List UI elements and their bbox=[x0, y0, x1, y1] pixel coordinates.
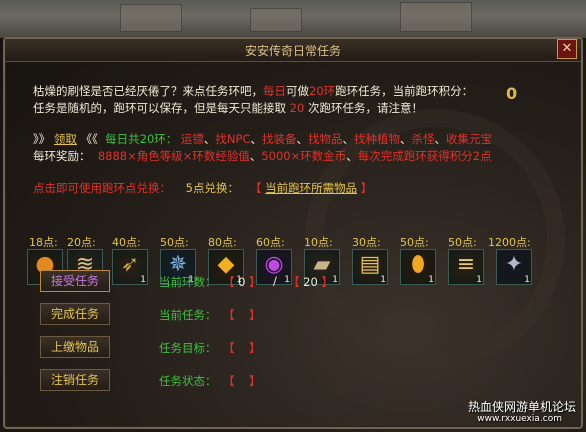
intro-text: 枯燥的刷怪是否已经厌倦了？来点任务环吧， bbox=[33, 84, 263, 98]
bracket: 【 bbox=[223, 275, 235, 289]
task-type: 找装备 bbox=[262, 132, 297, 146]
bracket: 】 bbox=[249, 341, 261, 355]
item-points-label: 50点: bbox=[448, 236, 477, 249]
bracket: 【 bbox=[223, 341, 235, 355]
bracket: 【 bbox=[288, 275, 300, 289]
intro-text: 任务是随机的，跑环可以保存，但是每天只能接取 bbox=[33, 101, 286, 115]
item-quantity: 1 bbox=[380, 275, 386, 285]
golden-egg-icon: ⬮ bbox=[411, 252, 425, 277]
exchange-cost: 5点兑换： bbox=[185, 181, 239, 195]
ring-current-field: 【 0 】 bbox=[223, 274, 261, 290]
tome-icon: ▤ bbox=[359, 252, 381, 277]
current-task-label: 当前任务： bbox=[159, 308, 217, 322]
task-type: 找NPC bbox=[215, 132, 251, 146]
dialog-title-bar[interactable]: 安安传奇日常任务 bbox=[5, 39, 581, 62]
reward-label: 每环奖励： bbox=[33, 149, 91, 163]
intro-text: 可做 bbox=[286, 84, 309, 98]
dialog-title: 安安传奇日常任务 bbox=[244, 44, 341, 58]
reward-bonus: 每次完成跑环获得积分2点 bbox=[357, 149, 492, 163]
item-points-label: 80点: bbox=[208, 236, 237, 249]
reward-line: 每环奖励： 8888×角色等级×环数经验值、5000×环数金币、每次完成跑环获得… bbox=[33, 149, 492, 163]
claim-prefix: 》》 bbox=[33, 132, 51, 146]
item-points-label: 1200点: bbox=[488, 236, 531, 249]
intro-text: 次跑环任务，请注意！ bbox=[307, 101, 423, 115]
item-quantity: 1 bbox=[476, 275, 482, 285]
item-quantity: 1 bbox=[524, 275, 530, 285]
bracket: 】 bbox=[249, 374, 261, 388]
exchange-hint: 点击即可使用跑环点兑换： bbox=[33, 181, 171, 195]
bracket: 【 bbox=[223, 374, 235, 388]
intro-text: 跑环任务，当前跑环积分： bbox=[335, 84, 474, 98]
bracket: 【 bbox=[223, 308, 235, 322]
task-type: 杀怪 bbox=[411, 132, 435, 146]
task-type: 找物品 bbox=[308, 132, 343, 146]
current-task-field: 【 】 bbox=[223, 307, 261, 323]
task-type: 收集元宝 bbox=[446, 132, 492, 146]
exchange-item-slot[interactable]: ✦ 1 bbox=[496, 249, 532, 285]
daily-ring-count: 20环 bbox=[309, 84, 336, 98]
item-points-label: 20点: bbox=[67, 236, 96, 249]
reward-gold: 5000×环数金币 bbox=[261, 149, 347, 163]
daily-total-label: 每日共20环： bbox=[105, 132, 178, 146]
close-button[interactable]: ✕ bbox=[557, 39, 577, 59]
daily-quest-dialog: 安安传奇日常任务 ✕ 枯燥的刷怪是否已经厌倦了？来点任务环吧，每日可做20环跑环… bbox=[3, 37, 583, 429]
cancel-task-button[interactable]: 注销任务 bbox=[40, 369, 110, 391]
item-points-label: 30点: bbox=[352, 236, 381, 249]
scroll-bundle-icon: ≡ bbox=[456, 252, 476, 277]
exchange-item-slot[interactable]: ▤ 1 bbox=[352, 249, 388, 285]
game-scene-background bbox=[0, 0, 586, 38]
bracket: 【 bbox=[249, 181, 262, 195]
exchange-item-slot[interactable]: ⬮ 1 bbox=[400, 249, 436, 285]
exchange-line: 点击即可使用跑环点兑换： 5点兑换： 【 当前跑环所需物品 】 bbox=[33, 180, 372, 196]
bracket: 】 bbox=[360, 181, 373, 195]
bracket: 】 bbox=[249, 308, 261, 322]
reward-exp: 8888×角色等级×环数经验值 bbox=[97, 149, 250, 163]
item-points-label: 18点: bbox=[29, 236, 58, 249]
item-quantity: 1 bbox=[140, 275, 146, 285]
accept-task-button[interactable]: 接受任务 bbox=[40, 270, 110, 292]
task-type: 找种植物 bbox=[354, 132, 400, 146]
item-points-label: 40点: bbox=[112, 236, 141, 249]
bracket: 】 bbox=[321, 275, 333, 289]
item-quantity: 1 bbox=[428, 275, 434, 285]
ring-count-label: 当前环数： bbox=[159, 275, 217, 289]
task-state-field: 【 】 bbox=[223, 373, 261, 389]
watermark-title: 热血侠网游单机论坛 bbox=[467, 400, 576, 414]
item-points-label: 50点: bbox=[400, 236, 429, 249]
task-type: 运镖 bbox=[180, 132, 204, 146]
relic-icon: ✦ bbox=[504, 252, 524, 277]
ring-current-value: 0 bbox=[238, 275, 246, 289]
watermark-url: www.rxxuexia.com bbox=[477, 414, 562, 424]
exchange-item-slot[interactable]: ≡ 1 bbox=[448, 249, 484, 285]
complete-task-button[interactable]: 完成任务 bbox=[40, 303, 110, 325]
task-state-label: 任务状态： bbox=[159, 374, 217, 388]
horn-icon: ➶ bbox=[120, 252, 140, 277]
task-target-label: 任务目标： bbox=[159, 341, 217, 355]
close-icon: ✕ bbox=[561, 41, 573, 56]
intro-line-1: 枯燥的刷怪是否已经厌倦了？来点任务环吧，每日可做20环跑环任务，当前跑环积分： bbox=[33, 83, 473, 99]
submit-items-button[interactable]: 上缴物品 bbox=[40, 336, 110, 358]
ring-score-value: 0 bbox=[506, 84, 518, 103]
intro-line-2: 任务是随机的，跑环可以保存，但是每天只能接取 20 次跑环任务，请注意！ bbox=[33, 100, 423, 116]
bracket: 】 bbox=[249, 275, 261, 289]
item-points-label: 50点: bbox=[160, 236, 189, 249]
ring-total-field: 【 20 】 bbox=[288, 274, 333, 290]
task-target-field: 【 】 bbox=[223, 340, 261, 356]
daily-limit: 20 bbox=[289, 101, 305, 115]
game-screen: 安安传奇日常任务 ✕ 枯燥的刷怪是否已经厌倦了？来点任务环吧，每日可做20环跑环… bbox=[0, 0, 586, 432]
ring-separator: / bbox=[273, 274, 277, 288]
item-points-label: 60点: bbox=[256, 236, 285, 249]
ring-total-value: 20 bbox=[303, 275, 318, 289]
claim-line: 》》 领取 《《 每日共20环： 运镖、找NPC、找装备、找物品、找种植物、杀怪… bbox=[33, 132, 492, 146]
exchange-item-slot[interactable]: ➶ 1 bbox=[112, 249, 148, 285]
item-points-label: 10点: bbox=[304, 236, 333, 249]
item-quantity: 1 bbox=[332, 275, 338, 285]
daily-word: 每日 bbox=[263, 84, 286, 98]
exchange-needed-item-link[interactable]: 当前跑环所需物品 bbox=[265, 181, 357, 195]
claim-link[interactable]: 领取 bbox=[54, 132, 77, 146]
claim-suffix: 《《 bbox=[80, 132, 98, 146]
